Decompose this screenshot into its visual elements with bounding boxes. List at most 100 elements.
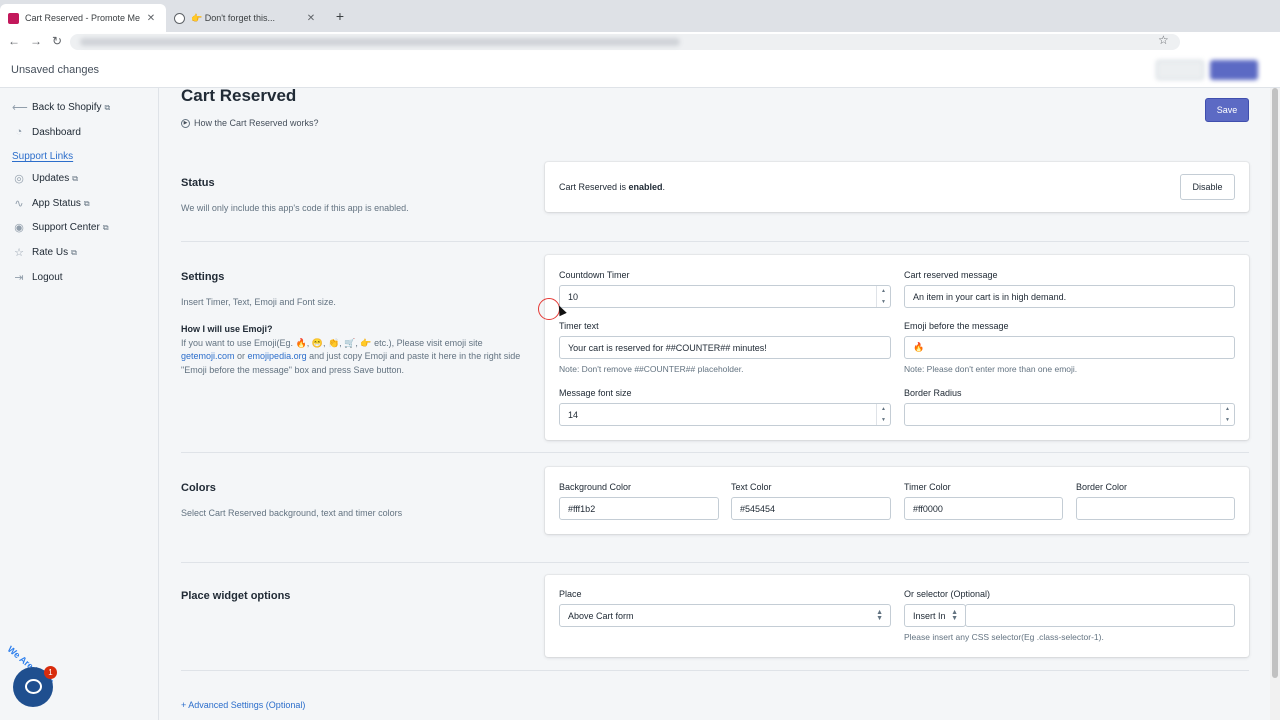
number-stepper[interactable]: ▲ ▼ [876, 404, 890, 425]
arrow-left-icon: ⟵ [12, 102, 28, 114]
sidebar-item-label: Back to Shopify [32, 102, 102, 113]
blurred-url [80, 38, 680, 46]
support-links-header: Support Links [12, 151, 74, 162]
emojipedia-link[interactable]: emojipedia.org [248, 351, 307, 361]
number-stepper[interactable]: ▲ ▼ [1220, 404, 1234, 425]
getemoji-link[interactable]: getemoji.com [181, 351, 235, 361]
sidebar-item-dashboard[interactable]: ◔ Dashboard [12, 126, 81, 138]
sidebar-item-label: Rate Us [32, 247, 69, 258]
tab-dont-forget[interactable]: 👉 Don't forget this... ✕ [166, 4, 326, 32]
countdown-timer-label: Countdown Timer [559, 270, 630, 280]
status-suffix: . [662, 182, 666, 192]
settings-section-desc: Insert Timer, Text, Emoji and Font size. [181, 297, 336, 307]
url-field[interactable] [70, 34, 1180, 50]
countdown-timer-input[interactable]: 10 ▲ ▼ [559, 285, 891, 308]
number-stepper[interactable]: ▲ ▼ [876, 286, 890, 307]
stepper-down-icon[interactable]: ▼ [881, 417, 886, 423]
save-bar-button[interactable] [1210, 60, 1258, 80]
emoji-or: or [234, 351, 248, 361]
status-section-desc: We will only include this app's code if … [181, 203, 409, 213]
section-divider [181, 241, 1249, 242]
tab-title: 👉 Don't forget this... [191, 12, 275, 23]
external-link-icon: ⧉ [71, 247, 77, 257]
save-button[interactable]: Save [1205, 98, 1249, 122]
tab-title: Cart Reserved - Promote Me [25, 13, 141, 23]
border-radius-input[interactable]: ▲ ▼ [904, 403, 1235, 426]
colors-section-title: Colors [181, 482, 216, 494]
stepper-down-icon[interactable]: ▼ [1225, 417, 1230, 423]
external-link-icon: ⧉ [102, 222, 109, 232]
reload-icon[interactable]: ↻ [49, 34, 65, 48]
sidebar-item-logout[interactable]: ⇥ Logout [12, 271, 63, 284]
chat-notification-badge: 1 [44, 666, 57, 679]
border-radius-label: Border Radius [904, 388, 962, 398]
close-icon[interactable]: ✕ [304, 13, 318, 24]
border-color-input[interactable] [1076, 497, 1235, 520]
emoji-label: Emoji before the message [904, 321, 1009, 331]
scrollbar-thumb[interactable] [1272, 88, 1278, 678]
text-color-input[interactable]: #545454 [731, 497, 891, 520]
stepper-up-icon[interactable]: ▲ [881, 288, 886, 294]
section-divider [181, 452, 1249, 453]
contextual-save-bar: Unsaved changes [0, 52, 1280, 88]
sidebar-item-app-status[interactable]: ∿ App Status ⧉ [12, 197, 89, 210]
stepper-down-icon[interactable]: ▼ [881, 299, 886, 305]
back-icon[interactable]: ← [6, 34, 22, 48]
place-card: Place Above Cart form ▲ ▼ Or selector (Op… [545, 575, 1249, 657]
css-selector-input[interactable] [965, 604, 1235, 627]
sidebar-item-support-center[interactable]: ◉ Support Center ⧉ [12, 221, 109, 234]
sidebar-item-label: Logout [32, 272, 63, 283]
selector-label: Or selector (Optional) [904, 589, 991, 599]
tab-cart-reserved[interactable]: Cart Reserved - Promote Me ✕ [0, 4, 166, 32]
unsaved-changes-text: Unsaved changes [11, 64, 100, 76]
external-link-icon: ⧉ [72, 173, 78, 183]
browser-tab-bar: Cart Reserved - Promote Me ✕ 👉 Don't for… [0, 0, 1280, 32]
page-scrollbar[interactable] [1270, 88, 1280, 720]
select-arrows-icon: ▲ ▼ [876, 609, 883, 622]
close-icon[interactable]: ✕ [144, 13, 158, 24]
sidebar-item-label: Dashboard [32, 126, 81, 138]
globe-icon: ◎ [14, 173, 24, 185]
countdown-timer-value: 10 [568, 291, 579, 302]
timer-text-input[interactable]: Your cart is reserved for ##COUNTER## mi… [559, 336, 891, 359]
sidebar-item-back-to-shopify[interactable]: ⟵ Back to Shopify ⧉ [12, 101, 110, 114]
sidebar-item-updates[interactable]: ◎ Updates ⧉ [12, 172, 78, 185]
section-divider [181, 562, 1249, 563]
status-state: enabled [628, 182, 663, 192]
message-font-size-input[interactable]: 14 ▲ ▼ [559, 403, 891, 426]
discard-button[interactable] [1156, 60, 1204, 80]
pulse-icon: ∿ [14, 198, 24, 210]
place-select[interactable]: Above Cart form ▲ ▼ [559, 604, 891, 627]
timer-text-note: Note: Don't remove ##COUNTER## placehold… [559, 364, 744, 374]
cart-reserved-message-label: Cart reserved message [904, 270, 998, 280]
dashboard-icon: ◔ [15, 126, 23, 138]
emoji-note: Note: Please don't enter more than one e… [904, 364, 1078, 374]
selector-note: Please insert any CSS selector(Eg .class… [904, 632, 1104, 642]
cart-reserved-message-input[interactable]: An item in your cart is in high demand. [904, 285, 1235, 308]
sidebar: ⟵ Back to Shopify ⧉ ◔ Dashboard Support … [0, 88, 159, 720]
sidebar-item-rate-us[interactable]: ☆ Rate Us ⧉ [12, 246, 77, 259]
logout-icon: ⇥ [14, 272, 24, 284]
status-card: Cart Reserved is enabled. Disable [545, 162, 1249, 212]
emoji-help-text: How I will use Emoji? If you want to use… [181, 323, 521, 377]
timer-color-input[interactable]: #ff0000 [904, 497, 1063, 520]
timer-color-value: #ff0000 [913, 503, 943, 514]
insert-mode-select[interactable]: Insert In ▲ ▼ [904, 604, 966, 627]
emoji-input[interactable]: 🔥 [904, 336, 1235, 359]
advanced-settings-link[interactable]: + Advanced Settings (Optional) [181, 700, 305, 710]
text-color-label: Text Color [731, 482, 772, 492]
disable-button[interactable]: Disable [1180, 174, 1235, 200]
forward-icon[interactable]: → [28, 34, 44, 48]
bookmark-star-icon[interactable]: ☆ [1158, 33, 1169, 47]
border-color-label: Border Color [1076, 482, 1128, 492]
new-tab-button[interactable]: + [332, 8, 348, 24]
place-section-title: Place widget options [181, 590, 291, 602]
how-it-works-link[interactable]: ▶ How the Cart Reserved works? [181, 118, 319, 128]
chat-widget-button[interactable]: 1 [13, 666, 57, 707]
background-color-input[interactable]: #fff1b2 [559, 497, 719, 520]
place-select-value: Above Cart form [568, 610, 634, 621]
stepper-up-icon[interactable]: ▲ [1225, 406, 1230, 412]
play-icon: ▶ [181, 118, 190, 128]
colors-card: Background Color #fff1b2 Text Color #545… [545, 467, 1249, 534]
stepper-up-icon[interactable]: ▲ [881, 406, 886, 412]
